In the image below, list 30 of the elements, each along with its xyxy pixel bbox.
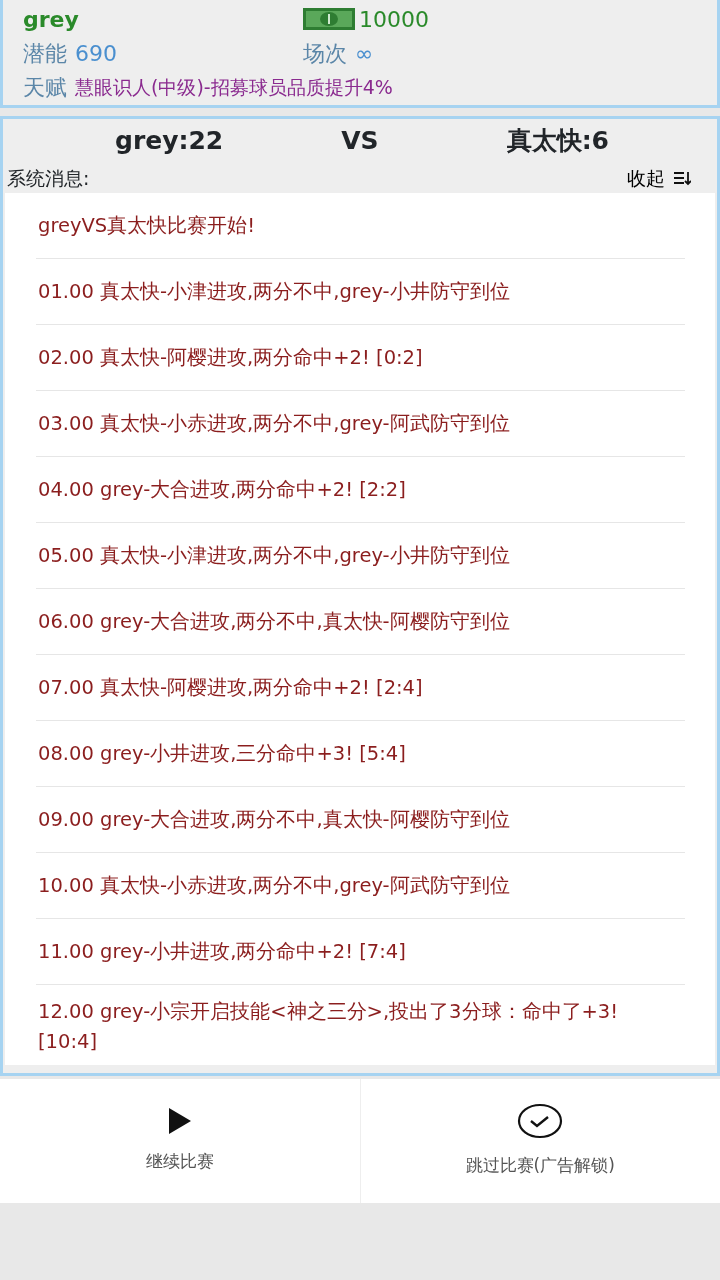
message-line: 03.00 真太快-小赤进攻,两分不中,grey-阿武防守到位 bbox=[36, 391, 685, 457]
matches-value: ∞ bbox=[355, 39, 374, 68]
check-circle-icon bbox=[517, 1103, 564, 1140]
versus-label: VS bbox=[341, 125, 379, 158]
messages-title: 系统消息: bbox=[7, 165, 90, 191]
play-icon bbox=[167, 1107, 192, 1136]
message-line: 05.00 真太快-小津进攻,两分不中,grey-小井防守到位 bbox=[36, 523, 685, 589]
potential-label: 潜能 bbox=[23, 39, 67, 68]
money-amount: 10000 bbox=[359, 5, 429, 34]
talent-label: 天赋 bbox=[23, 73, 67, 102]
message-line: 02.00 真太快-阿樱进攻,两分命中+2! [0:2] bbox=[36, 325, 685, 391]
potential-value: 690 bbox=[75, 39, 117, 68]
away-score: 真太快:6 bbox=[506, 125, 610, 158]
message-line: 10.00 真太快-小赤进攻,两分不中,grey-阿武防守到位 bbox=[36, 853, 685, 919]
player-name: grey bbox=[23, 5, 79, 34]
message-line: 06.00 grey-大合进攻,两分不中,真太快-阿樱防守到位 bbox=[36, 589, 685, 655]
message-line: greyVS真太快比赛开始! bbox=[36, 193, 685, 259]
message-line: 09.00 grey-大合进攻,两分不中,真太快-阿樱防守到位 bbox=[36, 787, 685, 853]
home-score: grey:22 bbox=[115, 125, 224, 158]
message-line: 07.00 真太快-阿樱进攻,两分命中+2! [2:4] bbox=[36, 655, 685, 721]
talent-value: 慧眼识人(中级)-招募球员品质提升4% bbox=[75, 74, 393, 100]
message-line: 04.00 grey-大合进攻,两分命中+2! [2:2] bbox=[36, 457, 685, 523]
message-line: 12.00 grey-小宗开启技能<神之三分>,投出了3分球：命中了+3! [10:4] bbox=[37, 999, 620, 1055]
message-line: 11.00 grey-小井进攻,两分命中+2! [7:4] bbox=[36, 919, 685, 985]
money-icon bbox=[303, 8, 355, 30]
collapse-icon bbox=[673, 169, 691, 187]
matches-label: 场次 bbox=[303, 39, 347, 68]
collapse-button[interactable]: 收起 bbox=[627, 163, 691, 193]
message-line: 01.00 真太快-小津进攻,两分不中,grey-小井防守到位 bbox=[36, 259, 685, 325]
message-line: 08.00 grey-小井进攻,三分命中+3! [5:4] bbox=[36, 721, 685, 787]
